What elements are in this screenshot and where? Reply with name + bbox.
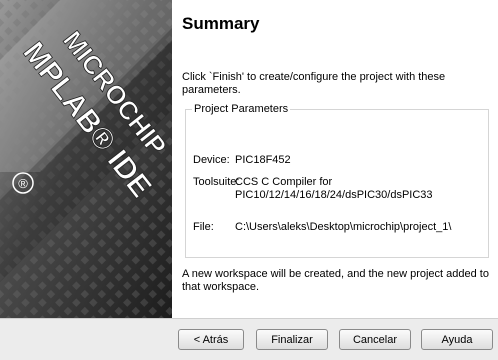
file-label: File:: [193, 221, 214, 233]
file-path-value: C:\Users\aleks\Desktop\microchip\project…: [235, 221, 452, 233]
page-title: Summary: [182, 14, 260, 33]
device-label: Device:: [193, 154, 230, 166]
workspace-note: A new workspace will be created, and the…: [182, 268, 489, 293]
help-button[interactable]: Ayuda: [421, 329, 493, 350]
button-bar: < Atrás Finalizar Cancelar Ayuda: [0, 318, 498, 360]
device-value: PIC18F452: [235, 154, 291, 166]
group-legend: Project Parameters: [192, 103, 291, 116]
toolsuite-value-line1: CCS C Compiler for: [235, 176, 333, 188]
cancel-button[interactable]: Cancelar: [339, 329, 411, 350]
banner-artwork: MICROCHIP MPLAB® IDE ®: [0, 0, 172, 318]
back-button[interactable]: < Atrás: [178, 329, 244, 350]
wizard-content: Summary Click `Finish' to create/configu…: [172, 0, 498, 318]
toolsuite-value-line2: PIC10/12/14/16/18/24/dsPIC30/dsPIC33: [235, 189, 433, 201]
project-parameters-group: Project Parameters Device: PIC18F452 Too…: [185, 103, 489, 258]
intro-text: Click `Finish' to create/configure the p…: [182, 71, 446, 96]
registered-mark: ®: [18, 176, 28, 191]
mplab-banner: MICROCHIP MPLAB® IDE ®: [0, 0, 172, 318]
toolsuite-label: Toolsuite:: [193, 176, 240, 188]
finish-button[interactable]: Finalizar: [256, 329, 328, 350]
